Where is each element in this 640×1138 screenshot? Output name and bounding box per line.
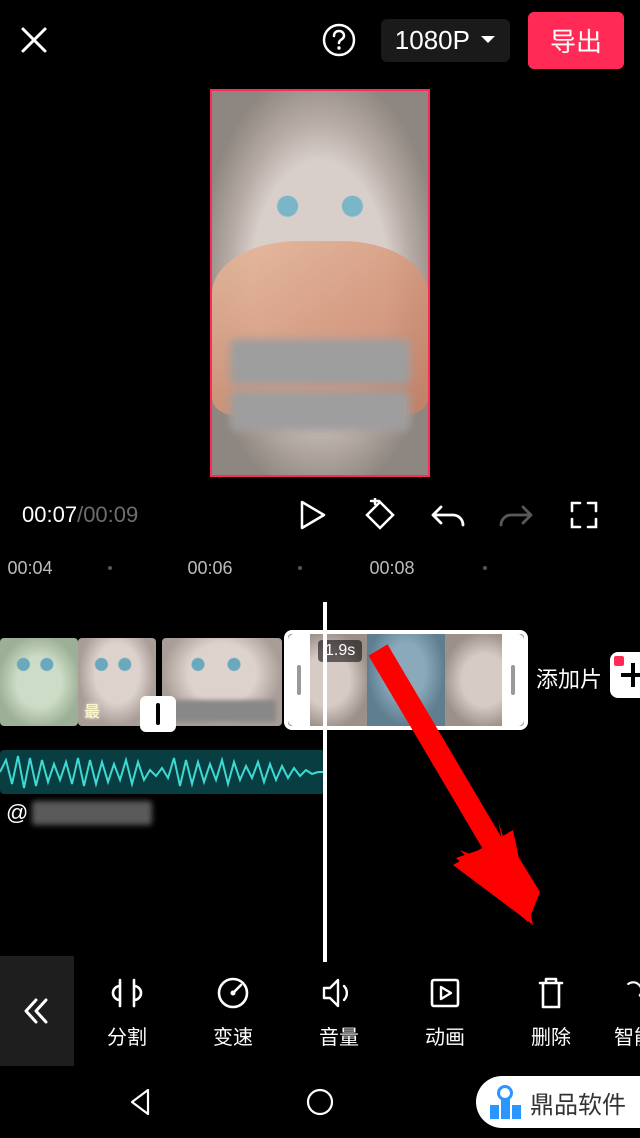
tool-label: 智能 bbox=[614, 1021, 640, 1050]
add-clip-button[interactable] bbox=[610, 652, 640, 698]
add-clip-label: 添加片 bbox=[536, 662, 602, 694]
nav-home[interactable] bbox=[300, 1082, 340, 1122]
tool-animation[interactable]: 动画 bbox=[392, 973, 498, 1050]
tool-label: 变速 bbox=[213, 1021, 253, 1050]
resolution-label: 1080P bbox=[395, 25, 470, 56]
help-icon bbox=[321, 22, 357, 58]
time-ruler[interactable]: 00:04 00:06 00:08 bbox=[0, 552, 640, 602]
tool-volume[interactable]: 音量 bbox=[286, 973, 392, 1050]
help-button[interactable] bbox=[319, 20, 359, 60]
selected-clip[interactable]: 1.9s bbox=[284, 630, 528, 730]
bottom-toolbar: 分割 变速 音量 动画 删除 bbox=[0, 956, 640, 1066]
undo-button[interactable] bbox=[428, 495, 468, 535]
resolution-selector[interactable]: 1080P bbox=[381, 19, 510, 62]
timeline[interactable]: 最 1.9s 添加片 @ bbox=[0, 602, 640, 962]
play-button[interactable] bbox=[292, 495, 332, 535]
ruler-tick: 00:04 bbox=[7, 558, 52, 579]
redo-button[interactable] bbox=[496, 495, 536, 535]
tool-label: 删除 bbox=[531, 1021, 571, 1050]
tool-split[interactable]: 分割 bbox=[74, 973, 180, 1050]
subtitle-fragment: 最 bbox=[84, 698, 100, 722]
undo-icon bbox=[431, 501, 465, 529]
trim-handle-left[interactable] bbox=[288, 634, 310, 726]
ruler-tick: 00:08 bbox=[369, 558, 414, 579]
chevrons-left-icon bbox=[22, 996, 52, 1026]
close-icon bbox=[19, 25, 49, 55]
playhead[interactable] bbox=[323, 602, 327, 962]
audio-track[interactable] bbox=[0, 750, 325, 794]
split-icon bbox=[107, 973, 147, 1013]
tool-smart[interactable]: 智能 bbox=[604, 973, 640, 1050]
toolbar-back-button[interactable] bbox=[0, 956, 74, 1066]
expand-icon bbox=[569, 500, 599, 530]
volume-icon bbox=[319, 973, 359, 1013]
tool-delete[interactable]: 删除 bbox=[498, 973, 604, 1050]
animation-icon bbox=[425, 973, 465, 1013]
tool-label: 音量 bbox=[319, 1021, 359, 1050]
close-button[interactable] bbox=[16, 22, 52, 58]
circle-home-icon bbox=[305, 1087, 335, 1117]
watermark: 鼎品软件 bbox=[476, 1076, 640, 1128]
video-frame bbox=[210, 89, 430, 477]
keyframe-icon bbox=[363, 498, 397, 532]
redo-icon bbox=[499, 501, 533, 529]
transition-button[interactable] bbox=[140, 696, 176, 732]
waveform-icon bbox=[0, 750, 325, 794]
trim-handle-right[interactable] bbox=[502, 634, 524, 726]
export-button[interactable]: 导出 bbox=[528, 12, 624, 69]
speed-icon bbox=[213, 973, 253, 1013]
track-label[interactable]: @ bbox=[6, 800, 152, 826]
timecode: 00:07/00:09 bbox=[22, 502, 138, 528]
clip-thumb[interactable] bbox=[162, 638, 282, 726]
nav-back[interactable] bbox=[120, 1082, 160, 1122]
tool-label: 分割 bbox=[107, 1021, 147, 1050]
triangle-back-icon bbox=[128, 1088, 152, 1116]
tool-speed[interactable]: 变速 bbox=[180, 973, 286, 1050]
watermark-logo-icon bbox=[488, 1085, 522, 1119]
smart-icon bbox=[614, 973, 640, 1013]
duration: 00:09 bbox=[83, 502, 138, 527]
ruler-tick: 00:06 bbox=[187, 558, 232, 579]
tool-label: 动画 bbox=[425, 1021, 465, 1050]
fullscreen-button[interactable] bbox=[564, 495, 604, 535]
video-preview[interactable] bbox=[0, 80, 640, 486]
watermark-text: 鼎品软件 bbox=[530, 1085, 626, 1120]
play-icon bbox=[298, 500, 326, 530]
track-prefix: @ bbox=[6, 800, 28, 826]
chevron-down-icon bbox=[480, 35, 496, 45]
keyframe-button[interactable] bbox=[360, 495, 400, 535]
current-time: 00:07 bbox=[22, 502, 77, 527]
delete-icon bbox=[531, 973, 571, 1013]
clip-thumb[interactable] bbox=[0, 638, 78, 726]
